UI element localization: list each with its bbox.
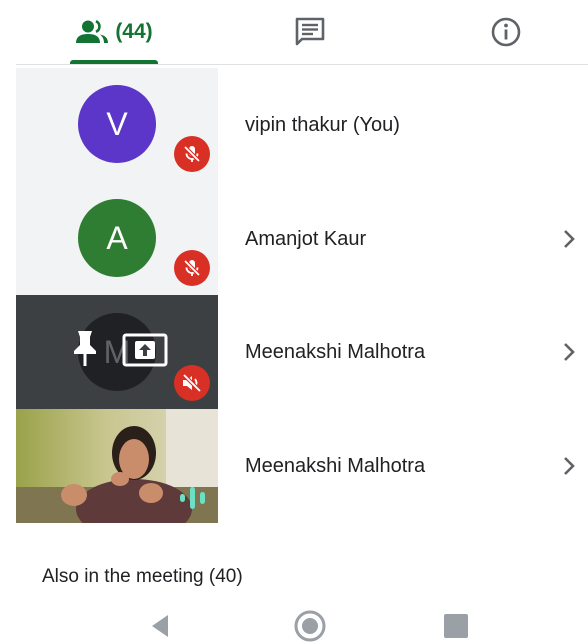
participant-tile: A	[16, 182, 218, 296]
home-icon	[294, 610, 326, 642]
chevron-right-icon[interactable]	[562, 409, 576, 523]
back-button[interactable]	[144, 610, 176, 642]
participant-name: Amanjot Kaur	[245, 227, 367, 250]
recents-icon	[444, 614, 468, 638]
tab-divider	[16, 64, 588, 65]
home-button[interactable]	[294, 610, 326, 642]
avatar: V	[78, 85, 156, 163]
participant-tile: V	[16, 68, 218, 182]
pin-icon[interactable]	[70, 329, 100, 374]
participant-video	[16, 409, 218, 523]
tab-people[interactable]: (44)	[68, 0, 160, 64]
participant-row[interactable]: V vipin thakur (You)	[16, 68, 588, 182]
tab-chat[interactable]	[278, 0, 342, 64]
chat-icon	[295, 17, 325, 46]
back-icon	[152, 615, 168, 637]
people-icon	[76, 20, 109, 43]
tab-bar: (44)	[0, 0, 588, 66]
also-in-meeting-header: Also in the meeting (40)	[42, 566, 243, 587]
people-count: (44)	[115, 20, 153, 43]
tab-info[interactable]	[474, 0, 538, 64]
participant-tile: M	[16, 295, 218, 409]
mic-off-icon	[174, 136, 210, 172]
system-nav-bar	[0, 606, 588, 643]
participant-row[interactable]: M Meenakshi Malhotra	[16, 295, 588, 409]
chevron-right-icon[interactable]	[562, 295, 576, 409]
participant-name: vipin thakur (You)	[245, 113, 400, 136]
present-screen-icon	[122, 331, 168, 374]
mic-off-icon	[174, 250, 210, 286]
recents-button[interactable]	[440, 610, 472, 642]
participant-row[interactable]: Meenakshi Malhotra	[16, 409, 588, 523]
volume-off-icon	[174, 365, 210, 401]
participant-name: Meenakshi Malhotra	[245, 340, 426, 363]
info-icon	[491, 17, 521, 47]
audio-level-icon	[178, 485, 208, 516]
participant-row[interactable]: A Amanjot Kaur	[16, 182, 588, 296]
participant-name: Meenakshi Malhotra	[245, 454, 426, 477]
avatar: A	[78, 199, 156, 277]
chevron-right-icon[interactable]	[562, 182, 576, 296]
